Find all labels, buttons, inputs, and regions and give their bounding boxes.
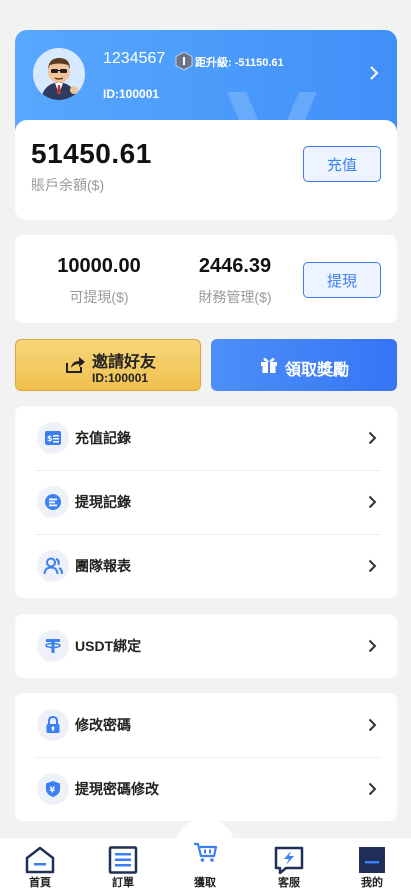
menu-item-label: 提現記錄 [75,494,131,510]
stats-card: 10000.00 可提現($) 2446.39 財務管理($) 提現 [15,235,397,323]
invite-friends-button[interactable]: 邀請好友 ID:100001 [15,339,201,391]
orders-icon [108,846,138,874]
lock-icon [37,709,69,741]
recharge-record-icon: $ [37,422,69,454]
gift-icon [261,358,277,373]
tab-service[interactable]: 客服 [259,838,319,890]
svg-text:$: $ [47,434,53,443]
usdt-icon [37,630,69,662]
menu-item-label: 充值記錄 [75,430,131,446]
chevron-right-icon [368,718,377,732]
shopping-cart-icon [194,842,218,862]
withdrawable-value: 10000.00 [57,255,141,277]
tab-home-label: 首頁 [29,877,51,889]
tab-grab-label: 獲取 [194,877,216,889]
menu-item-recharge-records[interactable]: $ 充值記錄 [15,406,397,470]
chevron-right-icon [368,559,377,573]
claim-reward-label: 領取獎勵 [285,362,350,379]
claim-reward-button[interactable]: 領取獎勵 [211,339,397,391]
chevron-right-icon [368,431,377,445]
menu-item-change-password[interactable]: 修改密碼 [15,693,397,757]
profile-card: 1234567 距升級: -51150.61 ID:100001 51450.6… [15,30,397,220]
invite-id: ID:100001 [92,371,149,385]
shield-yen-icon: ¥ [37,773,69,805]
menu-item-team-report[interactable]: 團隊報表 [15,534,397,598]
tab-mine-label: 我的 [361,877,383,889]
home-icon [25,846,55,874]
withdraw-record-icon [37,486,69,518]
recharge-button[interactable]: 充值 [303,146,381,182]
tab-service-label: 客服 [278,877,300,889]
avatar [33,48,85,100]
menu-item-withdraw-records[interactable]: 提現記錄 [15,470,397,534]
security-menu: 修改密碼 ¥ 提現密碼修改 [15,693,397,821]
balance-section: 51450.61 賬戶余額($) 充值 [15,120,397,220]
menu-item-usdt-binding[interactable]: USDT綁定 [15,614,397,678]
invite-label: 邀請好友 [92,354,157,371]
chevron-right-icon[interactable] [369,66,379,80]
records-menu: $ 充值記錄 提現記錄 團隊報表 [15,406,397,598]
balance-value: 51450.61 [31,138,152,169]
menu-item-label: 團隊報表 [75,558,131,574]
usdt-card: USDT綁定 [15,614,397,678]
tab-orders[interactable]: 訂單 [93,838,153,890]
bottom-tab-bar: 首頁 訂單 獲取 客服 我的 [0,838,411,890]
svg-text:¥: ¥ [50,786,56,795]
menu-item-label: 提現密碼修改 [75,781,159,797]
chevron-right-icon [368,639,377,653]
tab-grab[interactable]: 獲取 [175,838,235,890]
tab-orders-label: 訂單 [112,877,134,889]
withdraw-button[interactable]: 提現 [303,262,381,298]
user-id: ID:100001 [103,87,160,101]
team-report-icon [37,550,69,582]
customer-service-icon [274,846,304,874]
finance-label: 財務管理($) [198,289,272,305]
profile-tab-icon [359,847,385,873]
chevron-right-icon [368,495,377,509]
username: 1234567 [103,50,166,67]
balance-label: 賬戶余額($) [31,177,105,193]
share-icon [66,357,85,373]
withdrawable-label: 可提現($) [69,289,129,305]
tab-home[interactable]: 首頁 [10,838,70,890]
tab-mine[interactable]: 我的 [342,838,402,890]
menu-item-label: USDT綁定 [75,638,142,654]
menu-item-withdraw-password[interactable]: ¥ 提現密碼修改 [15,757,397,821]
finance-value: 2446.39 [198,255,272,277]
upgrade-progress-text: 距升級: -51150.61 [195,57,284,69]
chevron-right-icon [368,782,377,796]
menu-item-label: 修改密碼 [75,717,131,733]
rank-badge-icon [175,51,193,71]
